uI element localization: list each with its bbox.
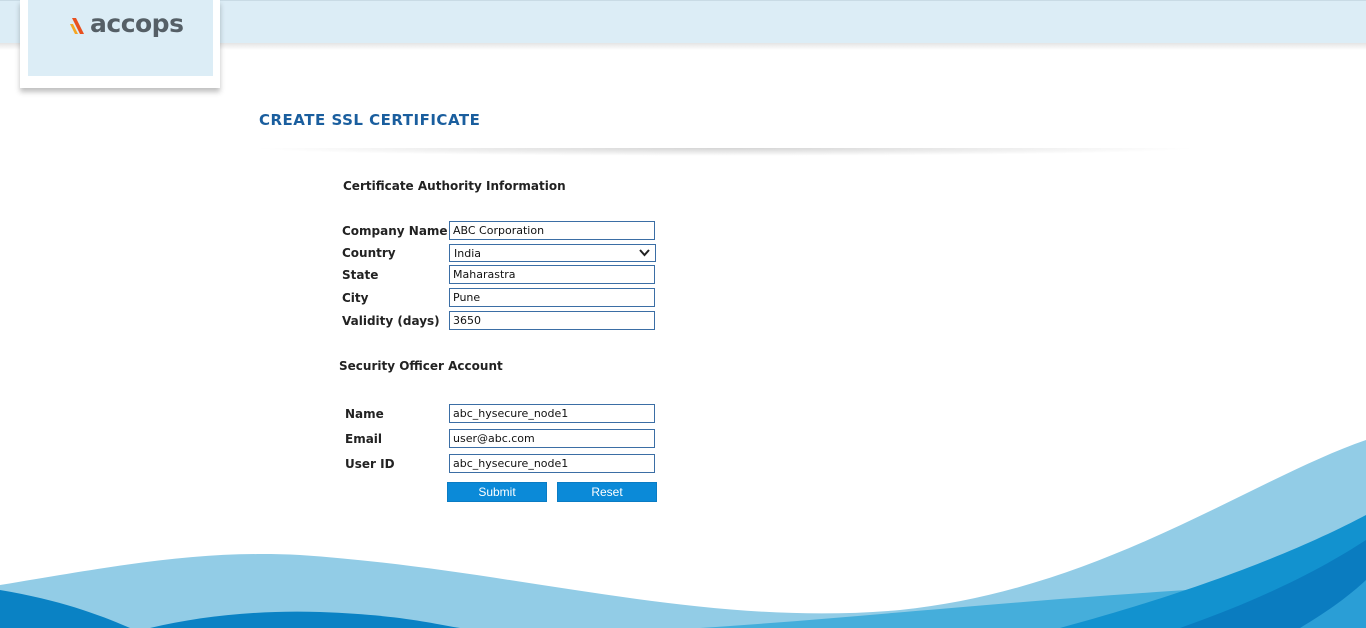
chevron-down-icon bbox=[639, 249, 650, 257]
so-section-heading: Security Officer Account bbox=[339, 359, 503, 373]
validity-label: Validity (days) bbox=[342, 314, 440, 328]
country-selected-value: India bbox=[454, 247, 481, 260]
country-select[interactable]: India bbox=[449, 244, 656, 262]
country-label: Country bbox=[342, 246, 396, 260]
ca-section-heading: Certificate Authority Information bbox=[343, 179, 566, 193]
decorative-wave-background bbox=[0, 440, 1366, 628]
page-title: CREATE SSL CERTIFICATE bbox=[259, 111, 481, 129]
city-label: City bbox=[342, 291, 369, 305]
company-name-input[interactable] bbox=[449, 221, 655, 240]
state-input[interactable] bbox=[449, 265, 655, 284]
brand-logo: accops bbox=[90, 9, 184, 38]
title-divider bbox=[250, 148, 1200, 156]
city-input[interactable] bbox=[449, 288, 655, 307]
company-name-label: Company Name bbox=[342, 224, 448, 238]
accops-logo-mark-icon bbox=[70, 18, 84, 34]
so-name-label: Name bbox=[345, 407, 384, 421]
state-label: State bbox=[342, 268, 379, 282]
validity-input[interactable] bbox=[449, 311, 655, 330]
